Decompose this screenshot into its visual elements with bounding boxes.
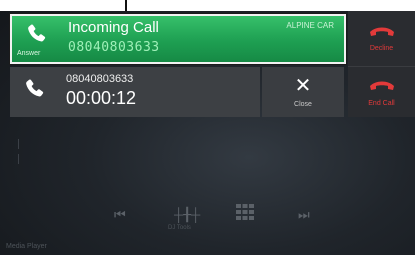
close-label: Close bbox=[294, 101, 312, 108]
mixer-icon[interactable]: ┼╂┼ bbox=[174, 207, 200, 223]
phone-icon bbox=[26, 79, 44, 97]
call-source-label: ALPINE CAR bbox=[286, 21, 334, 30]
close-icon: ✕ bbox=[294, 75, 312, 97]
incoming-call-title: Incoming Call bbox=[68, 19, 159, 36]
answer-phone-icon[interactable] bbox=[24, 22, 50, 48]
mixer-label: DJ Tools bbox=[168, 225, 191, 231]
active-call-bar: 08040803633 00:00:12 bbox=[10, 67, 260, 117]
side-indicator bbox=[18, 139, 24, 149]
media-controls: ⏮ ┼╂┼ DJ Tools ⏭ bbox=[0, 203, 415, 233]
incoming-caller-number: 08040803633 bbox=[68, 40, 160, 55]
previous-track-icon[interactable]: ⏮ bbox=[114, 207, 126, 223]
incoming-call-banner[interactable]: Answer Incoming Call 08040803633 ALPINE … bbox=[10, 14, 346, 64]
close-button[interactable]: ✕ Close bbox=[262, 67, 344, 117]
side-indicator bbox=[18, 154, 24, 164]
call-timer: 00:00:12 bbox=[66, 88, 137, 108]
end-call-button[interactable]: End Call bbox=[348, 67, 415, 117]
hang-up-icon bbox=[370, 27, 394, 36]
decline-button[interactable]: Decline bbox=[348, 11, 415, 67]
call-screen: Answer Incoming Call 08040803633 ALPINE … bbox=[0, 11, 415, 255]
next-track-icon[interactable]: ⏭ bbox=[298, 207, 310, 223]
hang-up-icon bbox=[370, 81, 394, 90]
answer-label: Answer bbox=[17, 50, 41, 57]
grid-icon[interactable] bbox=[236, 204, 254, 220]
footer-label: Media Player bbox=[6, 243, 47, 250]
decline-label: Decline bbox=[369, 45, 394, 52]
end-call-label: End Call bbox=[368, 100, 395, 107]
active-caller-number: 08040803633 bbox=[66, 73, 134, 85]
